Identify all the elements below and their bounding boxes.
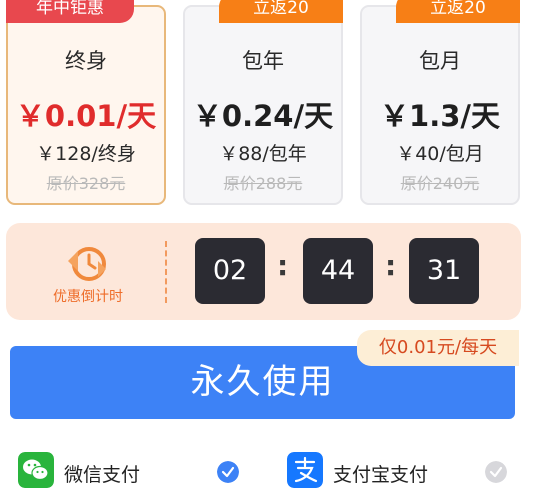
plan-card-lifetime[interactable]: 年中钜惠 终身 ￥0.01/天 ￥128/终身 原价328元 (6, 0, 166, 205)
countdown-panel: 优惠倒计时 02 : 44 : 31 (6, 223, 521, 320)
cta-promo-tag: 仅0.01元/每天 (357, 330, 519, 366)
plan-card-monthly[interactable]: 立返20 包月 ￥1.3/天 ￥40/包月 原价240元 (360, 0, 520, 205)
alipay-label: 支付宝支付 (333, 464, 429, 486)
plan-original-price: 原价328元 (46, 174, 126, 193)
plan-daily-price: ￥0.01/天 (15, 99, 157, 133)
wechat-icon (18, 452, 54, 488)
check-selected-icon[interactable] (217, 461, 239, 483)
check-unselected-icon[interactable] (485, 461, 507, 483)
plan-card-yearly[interactable]: 立返20 包年 ￥0.24/天 ￥88/包年 原价288元 (183, 0, 343, 205)
countdown-seconds: 31 (409, 238, 479, 304)
plan-name: 包年 (242, 49, 284, 73)
countdown-minutes: 44 (303, 238, 373, 304)
plan-price: ￥40/包月 (396, 143, 484, 165)
plan-price: ￥88/包年 (219, 143, 307, 165)
time-separator: : (385, 249, 397, 282)
countdown-label: 优惠倒计时 (53, 289, 123, 305)
divider (165, 241, 167, 303)
wechat-pay-label: 微信支付 (64, 464, 141, 486)
payment-option-alipay[interactable]: 支付宝支付 (287, 452, 517, 492)
clock-sync-icon (68, 247, 106, 281)
payment-option-wechat[interactable]: 微信支付 (18, 452, 248, 492)
plan-price: ￥128/终身 (36, 143, 136, 165)
promo-badge: 年中钜惠 (6, 0, 134, 23)
alipay-icon (287, 452, 323, 488)
promo-badge: 立返20 (219, 0, 343, 23)
plan-daily-price: ￥1.3/天 (380, 99, 500, 133)
plan-original-price: 原价288元 (223, 174, 303, 193)
promo-badge: 立返20 (396, 0, 520, 23)
plan-daily-price: ￥0.24/天 (192, 99, 334, 133)
plan-original-price: 原价240元 (400, 174, 480, 193)
countdown-hours: 02 (195, 238, 265, 304)
plan-name: 包月 (419, 49, 461, 73)
plan-name: 终身 (65, 49, 107, 73)
time-separator: : (277, 249, 289, 282)
